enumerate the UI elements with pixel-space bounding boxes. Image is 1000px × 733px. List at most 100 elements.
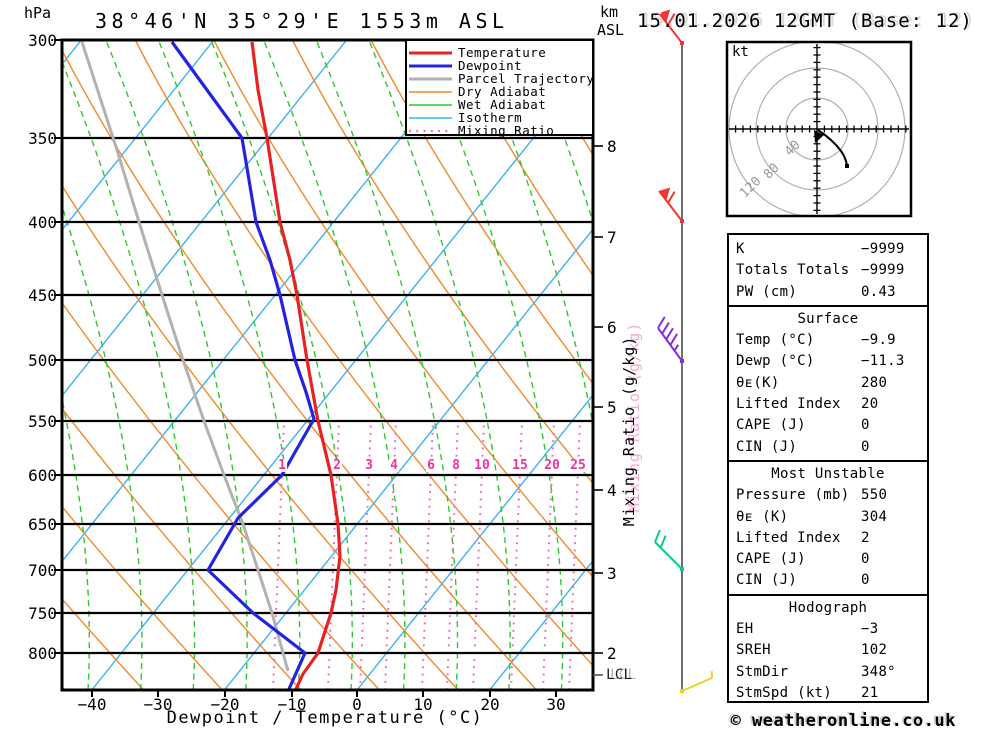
table-row-value: 0 <box>861 438 870 455</box>
table-row: Temp (°C) −9.9 <box>729 330 927 351</box>
table-row-label: StmSpd (kt) <box>736 684 833 701</box>
table-row-value: 0 <box>861 417 870 434</box>
pressure-tick-label: 600 <box>28 466 57 485</box>
table-row: θᴇ (K) 304 <box>729 507 927 528</box>
table-row: CIN (J) 0 <box>729 437 927 458</box>
table-row-label: SREH <box>736 642 771 659</box>
table-row-value: −11.3 <box>861 353 905 370</box>
mixing-ratio-value-label: 15 <box>511 458 529 473</box>
wind-barb <box>658 187 684 223</box>
km-tick-label: 6 <box>607 318 617 337</box>
km-tick-label: 8 <box>607 137 617 156</box>
table-row: StmDir 348° <box>729 662 927 683</box>
hodograph-unit-label: kt <box>732 44 749 60</box>
pressure-tick-label: 350 <box>28 129 57 148</box>
temp-tick-label: −10 <box>277 695 307 714</box>
run-title: 15.01.2026 12GMT (Base: 12) <box>637 10 973 32</box>
km-tick-label: 3 <box>607 564 617 583</box>
pressure-tick-label: 650 <box>28 515 57 534</box>
table-row-value: 348° <box>861 663 896 680</box>
table-row-label: StmDir <box>736 663 789 680</box>
table-row: Totals Totals −9999 <box>729 260 927 281</box>
table-row-value: 0 <box>861 572 870 589</box>
table-section-header: Most Unstable <box>771 465 885 482</box>
station-title: 38°46'N 35°29'E 1553m ASL <box>95 9 509 33</box>
table-section: Surface Temp (°C) −9.9 Dewp (°C) −11.3 θᴇ(K) 2… <box>729 304 927 460</box>
pressure-tick-label: 300 <box>28 31 57 50</box>
wind-barb <box>654 529 684 571</box>
table-row-label: Pressure (mb) <box>736 487 850 504</box>
legend-item-label: Mixing Ratio <box>458 123 555 138</box>
table-row: Dewp (°C) −11.3 <box>729 351 927 372</box>
table-row: Lifted Index 2 <box>729 528 927 549</box>
table-row-value: 0 <box>861 551 870 568</box>
table-row: Lifted Index 20 <box>729 394 927 415</box>
temp-tick-label: −40 <box>77 695 107 714</box>
altitude-unit-km: km <box>600 3 619 21</box>
table-row-value: 2 <box>861 529 870 546</box>
temp-tick-label: 30 <box>546 695 566 714</box>
pressure-tick-label: 550 <box>28 412 57 431</box>
table-section: Hodograph EH −3 SREH 102 StmDir 348° StmSpd (kt… <box>729 593 927 706</box>
table-row-label: CIN (J) <box>736 572 798 589</box>
table-row-label: CIN (J) <box>736 438 798 455</box>
table-section-header: Hodograph <box>788 599 868 616</box>
table-section: Most Unstable Pressure (mb) 550 θᴇ (K) 304 Li… <box>729 459 927 594</box>
table-row: PW (cm) 0.43 <box>729 282 927 303</box>
table-row-label: PW (cm) <box>736 283 798 300</box>
table-row-label: EH <box>736 621 754 638</box>
table-row-label: K <box>736 241 745 257</box>
table-row-label: Lifted Index <box>736 529 841 546</box>
table-row: CIN (J) 0 <box>729 570 927 591</box>
pressure-tick-label: 400 <box>28 213 57 232</box>
km-tick-label: 5 <box>607 398 617 417</box>
table-row: Pressure (mb) 550 <box>729 485 927 506</box>
pressure-tick-label: 800 <box>28 644 57 663</box>
pressure-tick-label: 700 <box>28 561 57 580</box>
mixing-ratio-value-label: 4 <box>389 458 399 473</box>
table-row-label: θᴇ (K) <box>736 508 789 525</box>
table-row-value: 21 <box>861 684 879 701</box>
km-tick-label: 2 <box>607 644 617 663</box>
table-row-value: 0.43 <box>861 283 896 300</box>
wind-barb <box>657 316 684 363</box>
table-row: StmSpd (kt) 21 <box>729 683 927 704</box>
temp-tick-label: 20 <box>480 695 500 714</box>
table-row-value: −9999 <box>861 241 905 257</box>
mixing-ratio-value-label: 6 <box>426 458 436 473</box>
table-row: EH −3 <box>729 619 927 640</box>
indices-table: K −9999 Totals Totals −9999 PW (cm) 0.43 Surfa… <box>727 233 929 703</box>
table-row-value: 304 <box>861 508 888 525</box>
table-row: CAPE (J) 0 <box>729 415 927 436</box>
pressure-unit-label: hPa <box>24 4 52 22</box>
table-row-label: Temp (°C) <box>736 332 815 349</box>
pressure-tick-label: 450 <box>28 286 57 305</box>
mixing-ratio-value-label: 8 <box>451 458 461 473</box>
hodograph-trace-end-dot <box>845 164 849 168</box>
altitude-unit-asl: ASL <box>597 21 625 39</box>
table-row-value: 550 <box>861 487 888 504</box>
table-row: K −9999 <box>729 239 927 260</box>
table-row: θᴇ(K) 280 <box>729 373 927 394</box>
mixing-ratio-value-label: 2 <box>332 458 342 473</box>
copyright: © weatheronline.co.uk <box>730 711 956 731</box>
mixing-ratio-value-label: 1 <box>277 458 287 473</box>
table-row-value: −9999 <box>861 262 905 279</box>
table-row-value: 102 <box>861 642 888 659</box>
temp-tick-label: −20 <box>210 695 240 714</box>
mixing-ratio-value-label: 20 <box>543 458 561 473</box>
table-row: SREH 102 <box>729 640 927 661</box>
table-row-label: Lifted Index <box>736 396 841 413</box>
table-row-label: θᴇ(K) <box>736 374 780 391</box>
lcl-label: LCL <box>606 667 633 683</box>
skewt-sounding-page: hPa 38°46'N 35°29'E 1553m ASL 15.01.2026… <box>0 0 1000 733</box>
mixing-ratio-value-label: 3 <box>364 458 374 473</box>
wind-barb <box>680 671 713 693</box>
table-row-label: Totals Totals <box>736 262 850 279</box>
table-row-value: 280 <box>861 374 888 391</box>
table-row-label: CAPE (J) <box>736 551 806 568</box>
table-row-value: 20 <box>861 396 879 413</box>
mixing-ratio-value-label: 25 <box>569 458 587 473</box>
temp-tick-label: −30 <box>143 695 173 714</box>
table-row-value: −3 <box>861 621 879 638</box>
